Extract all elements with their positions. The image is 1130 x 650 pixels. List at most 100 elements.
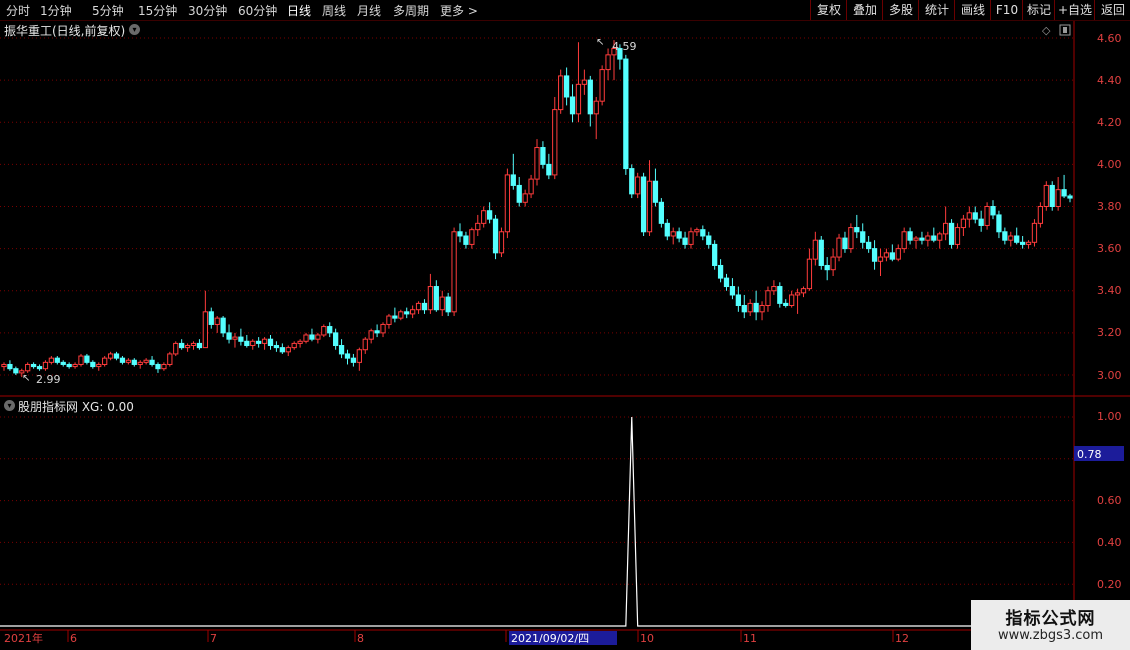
candle-body (66, 363, 72, 368)
candle-body (232, 336, 238, 340)
candle-body (374, 330, 380, 334)
candle-body (309, 334, 315, 340)
window-toggle-inner-icon (1063, 27, 1067, 33)
indicator-axis: 1.00 0.60 0.40 0.20 (1097, 410, 1122, 591)
candle-body (504, 174, 511, 233)
candle-body (943, 222, 949, 235)
candle-body (848, 227, 854, 250)
time-tick: 2021年 (4, 631, 43, 645)
candle-body (783, 302, 789, 306)
candle-body (486, 210, 493, 220)
candle-body (463, 235, 469, 245)
time-tick: 11 (743, 632, 757, 645)
candle-body (812, 239, 818, 260)
candle-body (261, 338, 268, 344)
candle-body (747, 302, 753, 313)
candle-body (931, 235, 937, 241)
candle-body (635, 176, 641, 195)
candle-body (433, 286, 439, 311)
price-tick: 3.20 (1097, 326, 1122, 339)
candle-body (907, 231, 913, 241)
candle-body (226, 332, 232, 340)
candle-body (107, 353, 114, 359)
candle-body (1031, 222, 1038, 243)
candle-body (818, 239, 824, 266)
candle-body (256, 340, 262, 344)
candle-body (13, 368, 19, 374)
candle-body (421, 302, 428, 311)
candle-body (220, 317, 226, 334)
candle-body (712, 243, 718, 266)
candle-body (954, 227, 961, 245)
price-tick: 4.60 (1097, 32, 1122, 45)
candle-body (877, 256, 884, 262)
candle-body (244, 340, 250, 347)
candle-body (510, 174, 516, 186)
candle-body (658, 201, 664, 224)
candle-body (303, 334, 309, 342)
candle-body (297, 340, 303, 344)
candle-body (498, 231, 505, 254)
candle-body (1014, 235, 1020, 243)
candle-body (854, 227, 860, 233)
indicator-tick: 0.20 (1097, 578, 1122, 591)
watermark-logo: 指标公式网 www.zbgs3.com (971, 600, 1130, 650)
candle-body (321, 326, 327, 336)
candle-body (368, 330, 374, 340)
candle-body (439, 296, 445, 311)
candle-body (173, 342, 179, 355)
candle-body (563, 75, 570, 98)
candle-body (919, 237, 925, 241)
candle-body (475, 222, 481, 231)
diamond-icon[interactable]: ◇ (1042, 24, 1051, 37)
candle-body (25, 363, 31, 372)
candle-body (664, 222, 670, 237)
time-axis: 2021年 6 7 8 10 11 12 (4, 630, 909, 645)
candle-body (238, 336, 244, 342)
candle-body (1, 363, 7, 368)
candle-body (581, 79, 588, 85)
time-tick: 8 (357, 632, 364, 645)
candle-body (800, 288, 807, 294)
candle-body (7, 363, 13, 370)
candle-body (333, 332, 339, 347)
candle-body (860, 231, 866, 243)
time-tick: 7 (210, 632, 217, 645)
candle-body (137, 361, 143, 365)
candle-body (451, 231, 457, 313)
price-tick: 3.60 (1097, 242, 1122, 255)
candle-body (1008, 235, 1014, 241)
low-marker-arrow: ↖ (22, 373, 30, 384)
candle-body (1037, 206, 1044, 224)
candle-body (552, 109, 558, 176)
candle-body (273, 345, 280, 349)
watermark-url: www.zbgs3.com (997, 628, 1104, 643)
indicator-tick: 0.40 (1097, 536, 1122, 549)
candle-body (48, 357, 55, 363)
candle-body (688, 231, 694, 245)
high-price-label: 4.59 (612, 40, 637, 53)
candle-body (741, 304, 747, 313)
kline-chart[interactable]: ◇ 4.60 4.40 4.20 4.00 3.80 3.60 3.40 3.2… (0, 0, 1130, 650)
candle-body (984, 206, 990, 226)
candle-body (279, 347, 285, 353)
candle-body (143, 359, 149, 363)
candle-body (629, 168, 635, 195)
candle-body (996, 214, 1002, 233)
candle-body (528, 178, 534, 195)
candle-body (179, 342, 185, 349)
candle-body (717, 264, 724, 279)
candle-body (640, 176, 647, 233)
watermark-title: 指标公式网 (1005, 609, 1096, 629)
cursor-value-label: 0.78 (1077, 448, 1102, 461)
candle-body (866, 241, 872, 250)
candle-body (386, 315, 392, 325)
candle-body (250, 340, 256, 347)
candle-body (350, 357, 357, 363)
price-axis: 4.60 4.40 4.20 4.00 3.80 3.60 3.40 3.20 … (1097, 32, 1122, 382)
candle-body (362, 338, 368, 351)
candle-body (913, 237, 919, 241)
candle-body (777, 286, 783, 304)
candle-body (72, 363, 78, 368)
candle-body (30, 363, 37, 368)
